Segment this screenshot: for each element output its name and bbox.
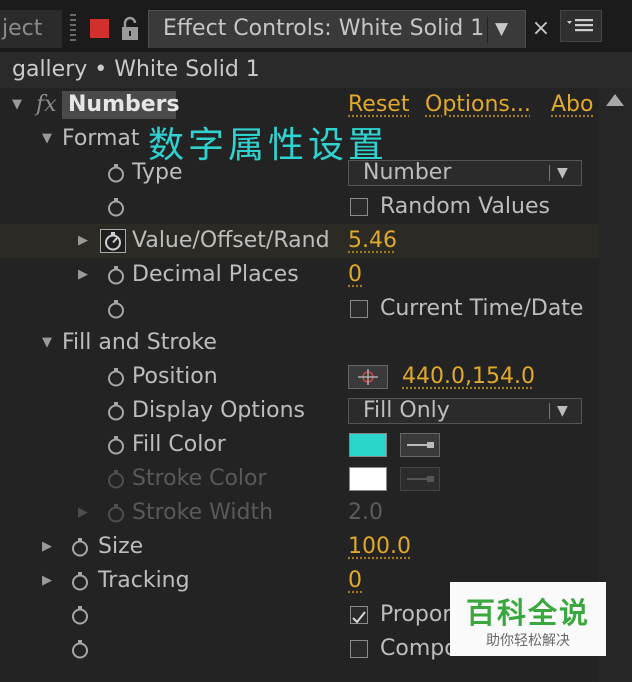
stopwatch-icon[interactable] — [106, 299, 126, 319]
panel-menu-button[interactable] — [560, 10, 602, 42]
stopwatch-icon[interactable] — [106, 435, 126, 455]
eyedropper-button[interactable] — [400, 467, 440, 491]
random-values-label[interactable]: Random Values — [380, 190, 550, 224]
fill-stroke-group-row: ▼ Fill and Stroke — [0, 326, 600, 360]
options-link[interactable]: Options... — [425, 88, 531, 122]
value-offset-label: Value/Offset/Rand — [132, 228, 330, 253]
tab-project[interactable]: ject — [0, 10, 62, 48]
scroll-up-arrow-icon[interactable] — [606, 94, 624, 106]
expand-triangle-icon[interactable]: ▶ — [42, 530, 52, 564]
position-value[interactable]: 440.0,154.0 — [402, 360, 535, 394]
size-value[interactable]: 100.0 — [348, 530, 411, 564]
decimal-places-label: Decimal Places — [132, 262, 299, 287]
property-row-position: Position 440.0,154.0 — [0, 360, 600, 394]
layer-header: gallery • White Solid 1 — [0, 52, 632, 88]
stopwatch-icon[interactable] — [70, 571, 90, 591]
eyedropper-button[interactable] — [400, 433, 440, 457]
value-offset-value[interactable]: 5.46 — [348, 224, 397, 258]
tab-grip-handle[interactable] — [70, 14, 76, 44]
stroke-color-swatch[interactable] — [349, 467, 387, 491]
dropdown-divider — [549, 403, 550, 419]
property-row-fill-color: Fill Color — [0, 428, 600, 462]
fx-icon[interactable]: fx — [36, 88, 57, 122]
expand-triangle-icon[interactable]: ▼ — [42, 122, 52, 156]
layer-color-swatch — [90, 19, 109, 38]
display-options-dropdown-value: Fill Only — [363, 398, 450, 423]
stopwatch-icon[interactable] — [70, 639, 90, 659]
property-row-stroke-color: Stroke Color — [0, 462, 600, 496]
lock-icon[interactable] — [120, 16, 140, 42]
composite-label[interactable]: Compo — [380, 632, 458, 666]
property-row-current-time: Current Time/Date — [0, 292, 600, 326]
stroke-width-label: Stroke Width — [132, 500, 274, 525]
stopwatch-icon[interactable] — [70, 537, 90, 557]
panel-menu-icon — [567, 19, 593, 32]
tab-dropdown-divider — [487, 17, 488, 43]
property-row-size: ▶ Size 100.0 — [0, 530, 600, 564]
expand-triangle-icon[interactable]: ▶ — [78, 258, 88, 292]
about-link[interactable]: Abo — [551, 88, 593, 122]
dropdown-divider — [549, 165, 550, 181]
chevron-down-icon: ▼ — [557, 165, 568, 181]
tab-effect-controls[interactable]: Effect Controls: White Solid 1 ▼ — [148, 10, 526, 48]
stopwatch-icon[interactable] — [103, 231, 123, 251]
display-options-label: Display Options — [132, 398, 305, 423]
decimal-places-value[interactable]: 0 — [348, 258, 362, 292]
proportional-label[interactable]: Propor — [380, 598, 451, 632]
position-label: Position — [132, 364, 218, 389]
stopwatch-icon[interactable] — [106, 265, 126, 285]
proportional-checkbox[interactable] — [350, 606, 368, 624]
expand-triangle-icon[interactable]: ▼ — [12, 88, 22, 122]
crosshair-icon — [358, 369, 378, 385]
display-options-dropdown[interactable]: Fill Only ▼ — [348, 398, 582, 424]
expand-triangle-icon[interactable]: ▶ — [78, 496, 88, 530]
stopwatch-icon[interactable] — [106, 163, 126, 183]
stopwatch-icon[interactable] — [106, 197, 126, 217]
current-time-label[interactable]: Current Time/Date — [380, 292, 583, 326]
composite-checkbox[interactable] — [350, 640, 368, 658]
property-row-value-offset: ▶ Value/Offset/Rand 5.46 — [0, 224, 600, 258]
position-crosshair-button[interactable] — [348, 365, 388, 389]
annotation-overlay-text: 数字属性设置 — [148, 125, 389, 166]
property-row-stroke-width: ▶ Stroke Width 2.0 — [0, 496, 600, 530]
property-row-decimal-places: ▶ Decimal Places 0 — [0, 258, 600, 292]
current-time-checkbox[interactable] — [350, 300, 368, 318]
tracking-value[interactable]: 0 — [348, 564, 362, 598]
layer-title: gallery • White Solid 1 — [12, 57, 260, 82]
chevron-down-icon[interactable]: ▼ — [495, 11, 508, 47]
fill-color-label: Fill Color — [132, 432, 226, 457]
expand-triangle-icon[interactable]: ▶ — [42, 564, 52, 598]
size-label: Size — [98, 534, 144, 559]
stopwatch-icon[interactable] — [70, 605, 90, 625]
close-icon[interactable]: × — [530, 10, 552, 48]
stopwatch-icon[interactable] — [106, 367, 126, 387]
watermark-subtitle: 助你轻松解决 — [486, 633, 570, 649]
random-values-checkbox[interactable] — [350, 198, 368, 216]
expand-triangle-icon[interactable]: ▶ — [78, 224, 88, 258]
format-group-label[interactable]: Format — [62, 122, 140, 156]
eyedropper-icon — [407, 442, 434, 448]
chevron-down-icon: ▼ — [557, 403, 568, 419]
panel-tab-bar: ject Effect Controls: White Solid 1 ▼ × — [0, 0, 632, 52]
expand-triangle-icon[interactable]: ▼ — [42, 326, 52, 360]
stopwatch-icon[interactable] — [106, 503, 126, 523]
checkmark-icon — [352, 611, 366, 624]
stroke-color-label: Stroke Color — [132, 466, 267, 491]
stopwatch-icon[interactable] — [106, 401, 126, 421]
fill-stroke-group-label[interactable]: Fill and Stroke — [62, 326, 217, 360]
watermark-title: 百科全说 — [465, 596, 590, 630]
stopwatch-icon[interactable] — [106, 469, 126, 489]
watermark-badge: 百科全说 助你轻松解决 — [450, 582, 606, 656]
tab-effect-controls-label: Effect Controls: White Solid 1 — [163, 16, 485, 41]
fill-color-swatch[interactable] — [349, 433, 387, 457]
tracking-label: Tracking — [98, 568, 190, 593]
eyedropper-icon — [407, 476, 434, 482]
property-row-random-values: Random Values — [0, 190, 600, 224]
stroke-width-value[interactable]: 2.0 — [348, 496, 383, 530]
property-row-display-options: Display Options Fill Only ▼ — [0, 394, 600, 428]
